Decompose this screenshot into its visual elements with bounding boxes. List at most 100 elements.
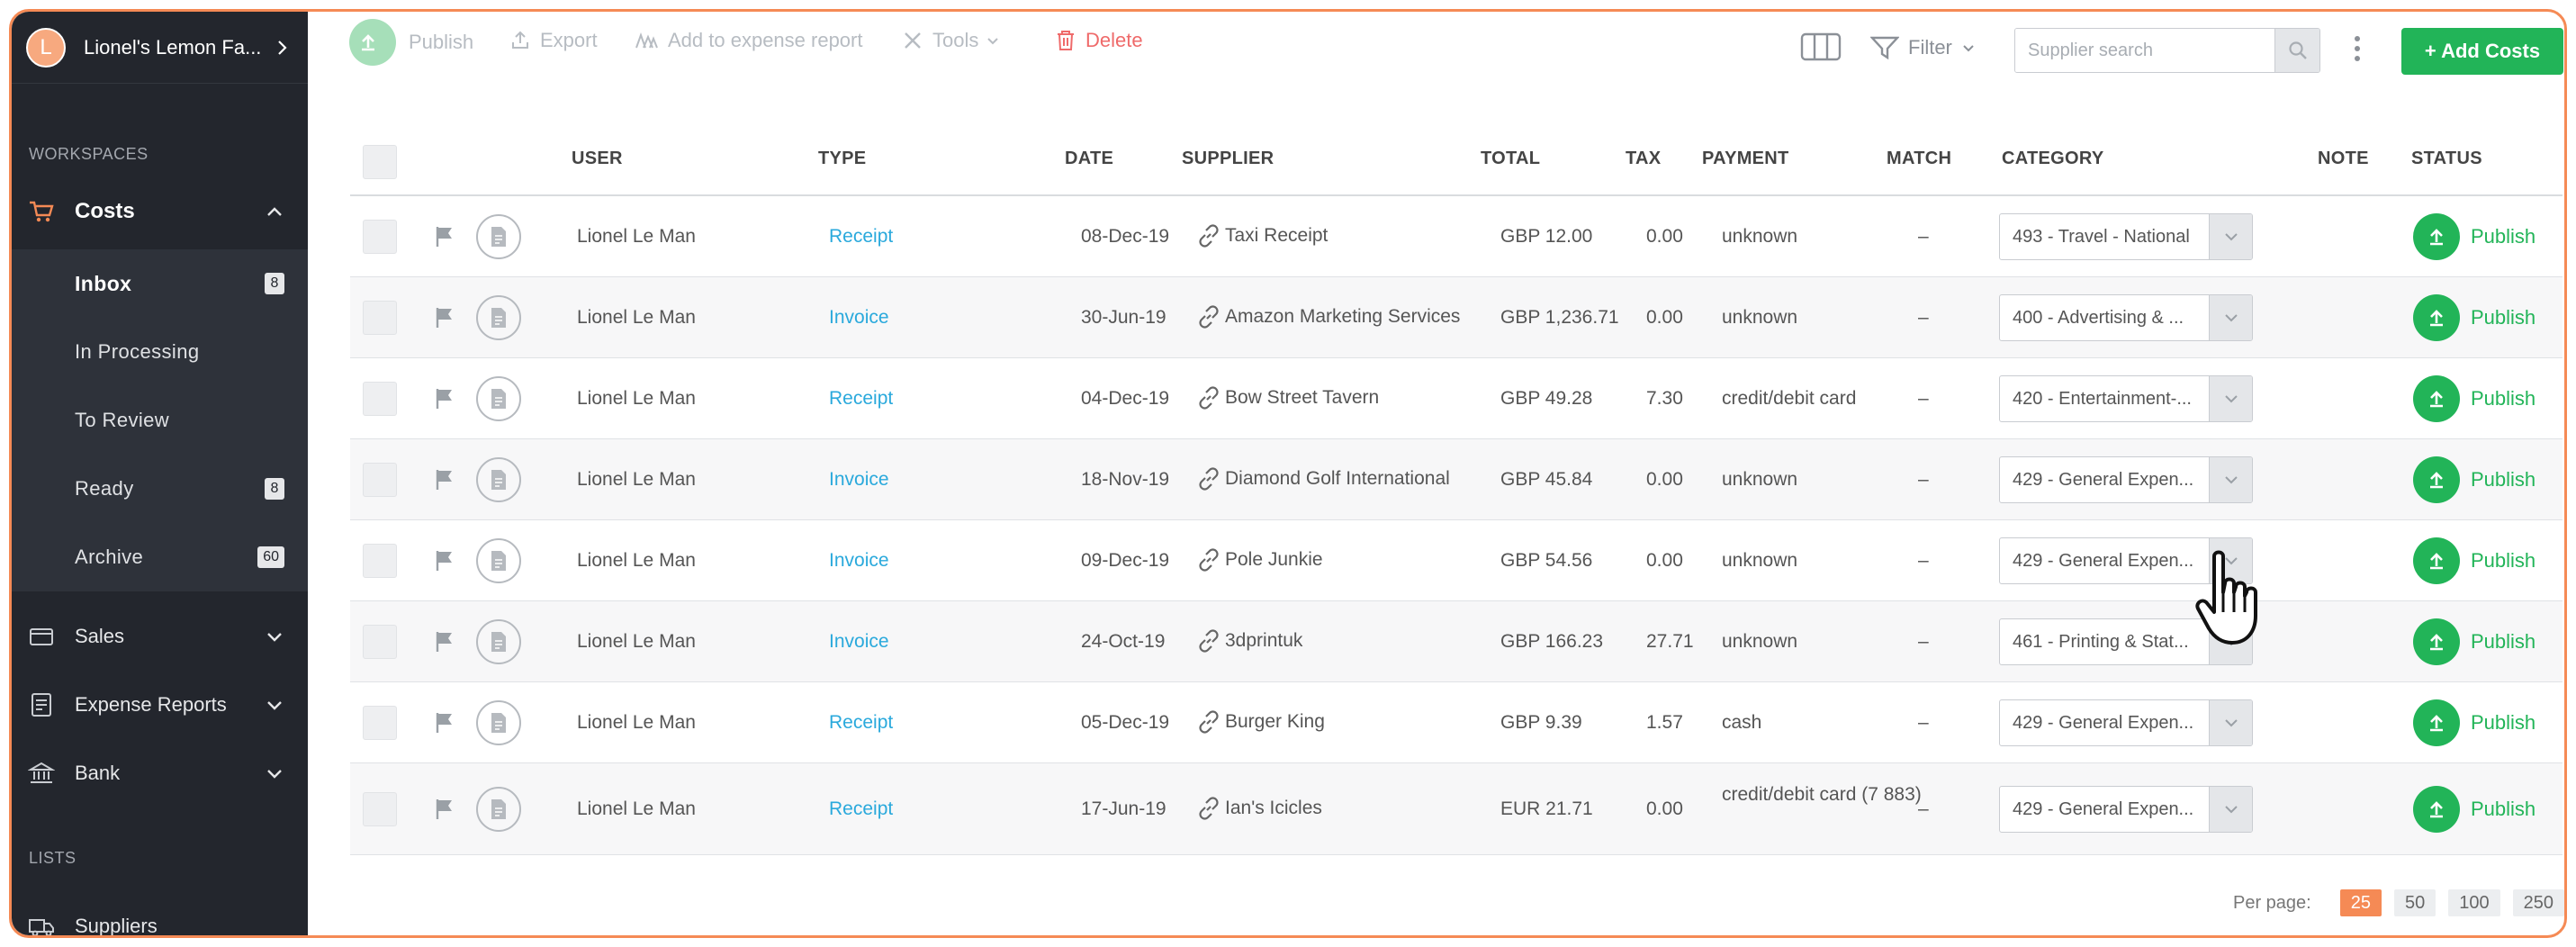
column-header-date[interactable]: DATE — [1065, 149, 1113, 169]
columns-toggle-icon[interactable] — [1800, 32, 1842, 62]
category-select[interactable]: 420 - Entertainment-... — [1999, 375, 2253, 422]
row-checkbox[interactable] — [363, 792, 397, 826]
category-select[interactable]: 429 - General Expen... — [1999, 786, 2253, 833]
add-costs-button[interactable]: + Add Costs — [2401, 28, 2563, 75]
row-publish-button[interactable]: Publish — [2413, 537, 2535, 584]
column-header-category[interactable]: CATEGORY — [2002, 149, 2104, 169]
sidebar-item-sales[interactable]: Sales — [12, 604, 308, 669]
cell-type-link[interactable]: Receipt — [829, 388, 893, 410]
tools-dropdown[interactable]: Tools — [902, 24, 1000, 57]
document-icon[interactable] — [476, 619, 521, 664]
org-switcher[interactable]: L Lionel's Lemon Fa... — [12, 12, 308, 84]
column-header-total[interactable]: TOTAL — [1481, 149, 1540, 169]
cell-type-link[interactable]: Receipt — [829, 798, 893, 820]
row-publish-button[interactable]: Publish — [2413, 294, 2535, 341]
column-header-user[interactable]: USER — [572, 149, 623, 169]
row-publish-button[interactable]: Publish — [2413, 699, 2535, 746]
table-row[interactable]: Lionel Le Man Receipt 17-Jun-19 Ian's Ic… — [350, 763, 2562, 855]
document-icon[interactable] — [476, 787, 521, 832]
category-select[interactable]: 429 - General Expen... — [1999, 699, 2253, 746]
row-checkbox[interactable] — [363, 706, 397, 740]
column-header-status[interactable]: STATUS — [2411, 149, 2482, 169]
search-button[interactable] — [2274, 29, 2319, 72]
flag-icon[interactable] — [433, 306, 456, 329]
cell-type-link[interactable]: Invoice — [829, 550, 889, 572]
cell-type-link[interactable]: Receipt — [829, 226, 893, 248]
row-publish-button[interactable]: Publish — [2413, 786, 2535, 833]
row-publish-button[interactable]: Publish — [2413, 213, 2535, 260]
more-options-icon[interactable] — [2351, 33, 2364, 64]
category-select[interactable]: 429 - General Expen... — [1999, 456, 2253, 503]
column-header-tax[interactable]: TAX — [1626, 149, 1661, 169]
document-icon[interactable] — [476, 295, 521, 340]
supplier-search-input[interactable] — [2015, 29, 2274, 72]
flag-icon[interactable] — [433, 549, 456, 573]
cell-supplier[interactable]: Ian's Icicles — [1196, 796, 1322, 821]
table-row[interactable]: Lionel Le Man Invoice 30-Jun-19 Amazon M… — [350, 277, 2562, 358]
sidebar-item-suppliers[interactable]: Suppliers — [12, 894, 308, 935]
per-page-option-50[interactable]: 50 — [2393, 889, 2436, 916]
document-icon[interactable] — [476, 700, 521, 745]
document-icon[interactable] — [476, 538, 521, 583]
document-icon[interactable] — [476, 376, 521, 421]
filter-dropdown[interactable]: Filter — [1870, 32, 1976, 64]
cell-supplier[interactable]: Taxi Receipt — [1196, 223, 1328, 248]
chevron-down-icon — [2209, 457, 2252, 502]
sidebar-item-inbox[interactable]: Inbox 8 — [12, 249, 308, 318]
cell-supplier[interactable]: Burger King — [1196, 709, 1325, 735]
sidebar-item-archive[interactable]: Archive 60 — [12, 523, 308, 591]
table-row[interactable]: Lionel Le Man Invoice 18-Nov-19 Diamond … — [350, 439, 2562, 520]
add-to-expense-report-button[interactable]: Add to expense report — [634, 24, 862, 57]
cell-supplier[interactable]: Amazon Marketing Services — [1196, 304, 1460, 329]
sidebar-item-expense-reports[interactable]: Expense Reports — [12, 672, 308, 737]
row-checkbox[interactable] — [363, 625, 397, 659]
column-header-type[interactable]: TYPE — [818, 149, 866, 169]
sidebar-item-in-processing[interactable]: In Processing — [12, 318, 308, 386]
row-publish-button[interactable]: Publish — [2413, 375, 2535, 422]
row-checkbox[interactable] — [363, 301, 397, 335]
flag-icon[interactable] — [433, 630, 456, 654]
column-header-note[interactable]: NOTE — [2318, 149, 2369, 169]
cell-user: Lionel Le Man — [577, 226, 696, 247]
category-select[interactable]: 400 - Advertising & ... — [1999, 294, 2253, 341]
document-icon[interactable] — [476, 214, 521, 259]
row-checkbox[interactable] — [363, 382, 397, 416]
per-page-option-25[interactable]: 25 — [2339, 889, 2382, 916]
delete-button[interactable]: Delete — [1055, 24, 1143, 57]
per-page-option-100[interactable]: 100 — [2448, 889, 2500, 916]
cell-type-link[interactable]: Invoice — [829, 631, 889, 653]
column-header-match[interactable]: MATCH — [1887, 149, 1951, 169]
row-checkbox[interactable] — [363, 463, 397, 497]
per-page-option-250[interactable]: 250 — [2512, 889, 2564, 916]
cell-supplier[interactable]: Bow Street Tavern — [1196, 385, 1379, 410]
flag-icon[interactable] — [433, 711, 456, 735]
flag-icon[interactable] — [433, 225, 456, 248]
column-header-payment[interactable]: PAYMENT — [1702, 149, 1789, 169]
table-row[interactable]: Lionel Le Man Receipt 04-Dec-19 Bow Stre… — [350, 358, 2562, 439]
sidebar-item-to-review[interactable]: To Review — [12, 386, 308, 455]
cell-supplier[interactable]: Pole Junkie — [1196, 547, 1323, 573]
category-select[interactable]: 493 - Travel - National — [1999, 213, 2253, 260]
cell-supplier[interactable]: Diamond Golf International — [1196, 466, 1450, 492]
row-checkbox[interactable] — [363, 220, 397, 254]
sidebar-item-ready[interactable]: Ready 8 — [12, 455, 308, 523]
cell-type-link[interactable]: Invoice — [829, 307, 889, 329]
cell-supplier[interactable]: 3dprintuk — [1196, 628, 1302, 654]
table-row[interactable]: Lionel Le Man Receipt 05-Dec-19 Burger K… — [350, 682, 2562, 763]
flag-icon[interactable] — [433, 387, 456, 410]
row-publish-button[interactable]: Publish — [2413, 456, 2535, 503]
publish-button[interactable]: Publish — [349, 19, 473, 66]
table-row[interactable]: Lionel Le Man Receipt 08-Dec-19 Taxi Rec… — [350, 196, 2562, 277]
document-icon[interactable] — [476, 457, 521, 502]
cell-type-link[interactable]: Invoice — [829, 469, 889, 491]
flag-icon[interactable] — [433, 798, 456, 821]
row-checkbox[interactable] — [363, 544, 397, 578]
row-publish-button[interactable]: Publish — [2413, 618, 2535, 665]
export-button[interactable]: Export — [509, 24, 598, 57]
column-header-supplier[interactable]: SUPPLIER — [1182, 149, 1274, 169]
flag-icon[interactable] — [433, 468, 456, 492]
sidebar-item-bank[interactable]: Bank — [12, 741, 308, 806]
cell-type-link[interactable]: Receipt — [829, 712, 893, 734]
sidebar-item-costs[interactable]: Costs — [12, 179, 308, 244]
select-all-checkbox[interactable] — [363, 145, 397, 179]
